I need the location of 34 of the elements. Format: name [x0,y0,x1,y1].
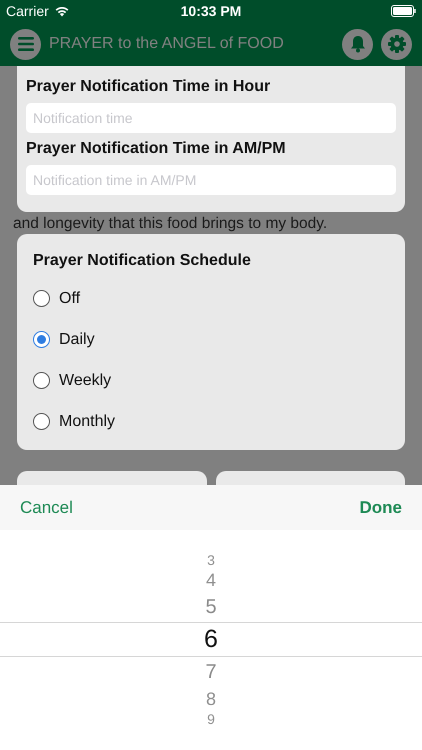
prayer-text: and longevity that this food brings to my body. [12,215,328,233]
picker-value[interactable]: 7 [205,660,217,684]
option-label: Weekly [59,372,112,390]
radio-button[interactable] [33,331,50,348]
status-time: 10:33 PM [180,3,242,19]
menu-button[interactable] [10,28,41,60]
input-field[interactable]: Notification time [26,103,396,133]
input-field[interactable]: Notification time in AM/PM [26,165,396,195]
field-label: Prayer Notification Time in AM/PM [26,140,287,158]
radio-button[interactable] [33,372,50,389]
notification-button[interactable] [342,28,373,60]
option-label: Off [59,290,80,308]
picker-value[interactable]: 3 [207,552,215,568]
picker-value[interactable]: 5 [205,596,217,618]
wifi-icon [54,6,69,16]
done-button[interactable]: Done [352,494,410,522]
option-label: Monthly [59,412,116,430]
picker-value[interactable]: 9 [207,711,215,727]
app-title: PRAYER to the ANGEL of FOOD [49,35,285,53]
cancel-button[interactable]: Cancel [12,494,81,522]
schedule-title: Prayer Notification Schedule [33,252,252,270]
bell-icon [350,35,366,53]
picker-value[interactable]: 8 [206,688,216,710]
carrier-label: Carrier [6,3,49,19]
picker-value[interactable]: 4 [206,570,216,590]
settings-icon [386,34,406,54]
field-label: Prayer Notification Time in Hour [26,78,272,96]
radio-button[interactable] [33,290,50,307]
settings-button[interactable] [381,28,412,60]
battery-icon [390,5,416,17]
menu-icon [18,37,34,51]
option-label: Daily [59,330,95,348]
picker-value[interactable]: 6 [204,625,218,654]
radio-button[interactable] [33,413,50,430]
